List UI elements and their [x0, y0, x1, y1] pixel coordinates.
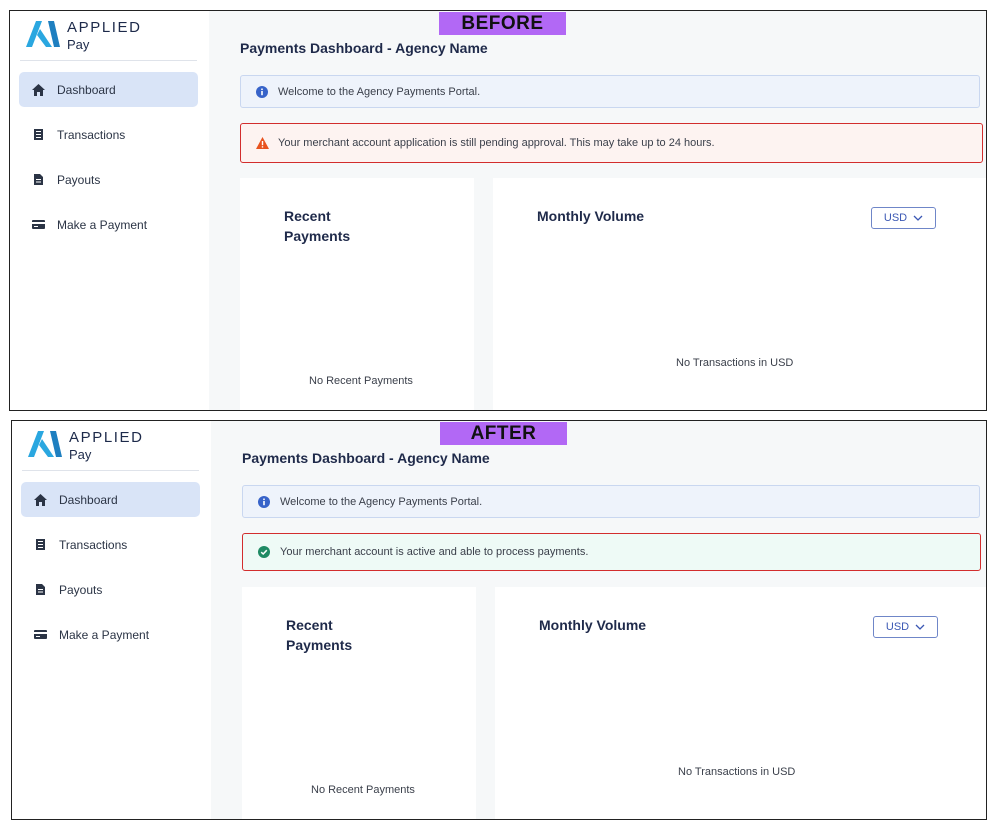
chevron-down-icon [915, 624, 925, 630]
credit-card-icon [31, 218, 45, 232]
sidebar-item-make-a-payment[interactable]: Make a Payment [19, 207, 198, 242]
recent-payments-card: Recent Payments No Recent Payments [240, 178, 474, 410]
main-content: BEFORE Payments Dashboard - Agency Name … [209, 11, 986, 410]
no-transactions-text: No Transactions in USD [676, 357, 794, 369]
monthly-volume-title: Monthly Volume [539, 617, 647, 633]
sidebar-item-dashboard[interactable]: Dashboard [21, 482, 200, 517]
currency-select-value: USD [885, 621, 910, 633]
sidebar-item-label: Transactions [57, 127, 126, 142]
monthly-volume-card: Monthly Volume USD No Transactions in US… [495, 587, 986, 819]
recent-payments-title: Recent Payments [286, 617, 353, 653]
sidebar: APPLIED Pay Dashboard Transactions Payou… [10, 11, 209, 410]
sidebar-item-label: Payouts [59, 582, 103, 597]
credit-card-icon [33, 628, 47, 642]
home-icon [31, 83, 45, 97]
applied-logo-icon [26, 21, 60, 47]
sidebar-item-label: Make a Payment [57, 217, 148, 232]
logo-brand-text: APPLIED [69, 429, 144, 446]
sidebar-item-transactions[interactable]: Transactions [21, 527, 200, 562]
logo-sub-text: Pay [69, 447, 92, 462]
applied-pay-logo[interactable]: APPLIED Pay [26, 17, 196, 57]
account-active-alert: Your merchant account is active and able… [242, 533, 981, 571]
sidebar-item-transactions[interactable]: Transactions [19, 117, 198, 152]
sidebar-nav: Dashboard Transactions Payouts Make a Pa… [21, 482, 200, 662]
pending-approval-text: Your merchant account application is sti… [278, 137, 715, 149]
currency-select[interactable]: USD [873, 616, 938, 638]
no-recent-payments-text: No Recent Payments [311, 784, 415, 796]
recent-payments-card: Recent Payments No Recent Payments [242, 587, 476, 819]
info-icon [255, 85, 269, 99]
home-icon [33, 493, 47, 507]
welcome-alert-text: Welcome to the Agency Payments Portal. [280, 495, 483, 508]
logo-brand-text: APPLIED [67, 19, 142, 36]
pending-approval-alert: Your merchant account application is sti… [240, 123, 983, 163]
sidebar-item-make-a-payment[interactable]: Make a Payment [21, 617, 200, 652]
sidebar-item-label: Dashboard [59, 492, 118, 507]
warning-icon [255, 136, 269, 150]
page-title: Payments Dashboard - Agency Name [240, 40, 488, 56]
welcome-alert: Welcome to the Agency Payments Portal. [240, 75, 980, 108]
receipt-icon [31, 128, 45, 142]
currency-select-value: USD [883, 212, 908, 224]
after-tag: AFTER [440, 422, 567, 445]
sidebar-divider [20, 60, 197, 61]
info-icon [257, 495, 271, 509]
recent-payments-title: Recent Payments [284, 208, 351, 244]
sidebar-item-label: Dashboard [57, 82, 116, 97]
monthly-volume-card: Monthly Volume USD No Transactions in US… [493, 178, 986, 410]
welcome-alert: Welcome to the Agency Payments Portal. [242, 485, 980, 518]
sidebar-item-payouts[interactable]: Payouts [19, 162, 198, 197]
sidebar-item-label: Payouts [57, 172, 101, 187]
no-recent-payments-text: No Recent Payments [309, 375, 413, 387]
applied-logo-icon [28, 431, 62, 457]
no-transactions-text: No Transactions in USD [678, 766, 796, 778]
document-icon [31, 173, 45, 187]
document-icon [33, 583, 47, 597]
monthly-volume-title: Monthly Volume [537, 208, 645, 224]
welcome-alert-text: Welcome to the Agency Payments Portal. [278, 85, 481, 98]
sidebar-item-payouts[interactable]: Payouts [21, 572, 200, 607]
logo-sub-text: Pay [67, 37, 90, 52]
check-circle-icon [257, 545, 271, 559]
sidebar: APPLIED Pay Dashboard Transactions Payou… [12, 421, 211, 819]
sidebar-item-dashboard[interactable]: Dashboard [19, 72, 198, 107]
sidebar-item-label: Transactions [59, 537, 128, 552]
chevron-down-icon [913, 215, 923, 221]
before-screenshot-panel: APPLIED Pay Dashboard Transactions Payou… [9, 10, 987, 411]
receipt-icon [33, 538, 47, 552]
sidebar-item-label: Make a Payment [59, 627, 150, 642]
account-active-text: Your merchant account is active and able… [280, 546, 589, 558]
page-title: Payments Dashboard - Agency Name [242, 450, 490, 466]
main-content: AFTER Payments Dashboard - Agency Name W… [211, 421, 986, 819]
sidebar-divider [22, 470, 199, 471]
sidebar-nav: Dashboard Transactions Payouts Make a Pa… [19, 72, 198, 252]
before-tag: BEFORE [439, 12, 566, 35]
applied-pay-logo[interactable]: APPLIED Pay [28, 427, 198, 467]
after-screenshot-panel: APPLIED Pay Dashboard Transactions Payou… [11, 420, 987, 820]
currency-select[interactable]: USD [871, 207, 936, 229]
